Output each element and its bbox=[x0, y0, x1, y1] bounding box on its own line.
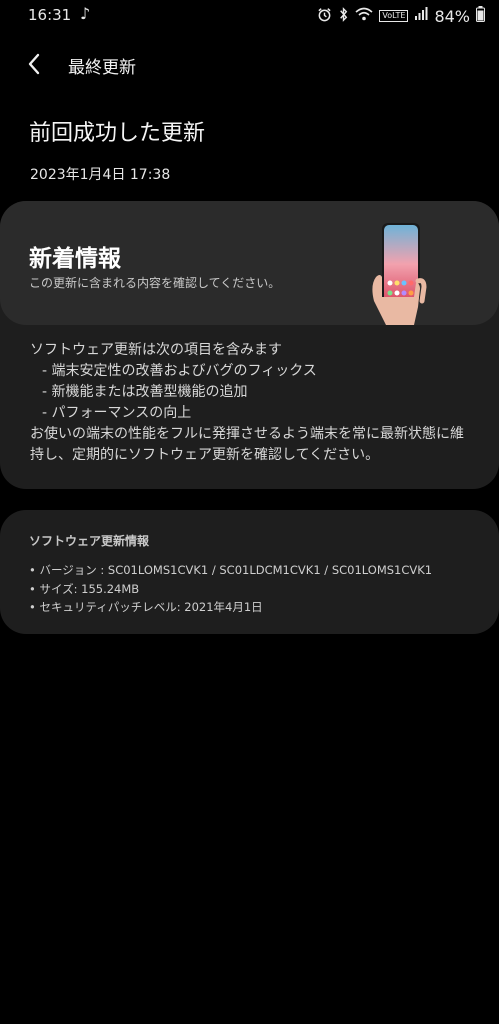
signal-icon bbox=[414, 7, 428, 25]
whats-new-outro-line-2: 持し、定期的にソフトウェア更新を確認してください。 bbox=[30, 447, 380, 463]
whats-new-header: 新着情報 この更新に含まれる内容を確認してください。 bbox=[0, 201, 499, 325]
software-info-card: ソフトウェア更新情報 • バージョン : SC01LOMS1CVK1 / SC0… bbox=[0, 510, 499, 634]
alarm-icon bbox=[317, 7, 332, 26]
whats-new-title: 新着情報 bbox=[29, 246, 121, 272]
battery-icon bbox=[476, 6, 485, 26]
version-line: • バージョン : SC01LOMS1CVK1 / SC01LDCM1CVK1 … bbox=[29, 563, 433, 577]
phone-illustration bbox=[372, 223, 427, 325]
status-bar: 16:31 ♪ VoLTE 84% bbox=[0, 0, 499, 32]
whats-new-subtitle: この更新に含まれる内容を確認してください。 bbox=[29, 276, 281, 290]
whats-new-card: 新着情報 この更新に含まれる内容を確認してください。 ソフトウェア更新は次の項目… bbox=[0, 201, 499, 489]
list-item: - パフォーマンスの向上 bbox=[42, 405, 192, 421]
music-note-icon: ♪ bbox=[80, 4, 91, 23]
battery-percent: 84% bbox=[434, 6, 470, 26]
status-time: 16:31 bbox=[28, 6, 72, 24]
software-info-title: ソフトウェア更新情報 bbox=[29, 534, 150, 548]
back-button[interactable] bbox=[18, 48, 50, 80]
status-icons: VoLTE 84% bbox=[317, 6, 485, 26]
bluetooth-icon bbox=[338, 6, 349, 26]
whats-new-outro-line-1: お使いの端末の性能をフルに発揮させるよう端末を常に最新状態に維 bbox=[30, 426, 464, 442]
software-info-lines: • バージョン : SC01LOMS1CVK1 / SC01LDCM1CVK1 … bbox=[29, 561, 432, 617]
last-update-date: 2023年1月4日 17:38 bbox=[30, 167, 171, 183]
page-title: 前回成功した更新 bbox=[29, 121, 206, 146]
app-bar: 最終更新 bbox=[0, 40, 499, 88]
list-item: - 新機能または改善型機能の追加 bbox=[42, 384, 248, 400]
size-line: • サイズ: 155.24MB bbox=[29, 581, 140, 596]
whats-new-intro: ソフトウェア更新は次の項目を含みます bbox=[30, 342, 282, 358]
list-item: - 端末安定性の改善およびバグのフィックス bbox=[42, 363, 317, 379]
chevron-left-icon bbox=[28, 53, 40, 75]
app-bar-title: 最終更新 bbox=[68, 58, 136, 78]
security-patch-line: • セキュリティパッチレベル: 2021年4月1日 bbox=[29, 600, 263, 614]
wifi-icon bbox=[355, 7, 373, 25]
whats-new-body: ソフトウェア更新は次の項目を含みます - 端末安定性の改善およびバグのフィックス… bbox=[30, 340, 480, 466]
volte-badge: VoLTE bbox=[379, 10, 409, 22]
